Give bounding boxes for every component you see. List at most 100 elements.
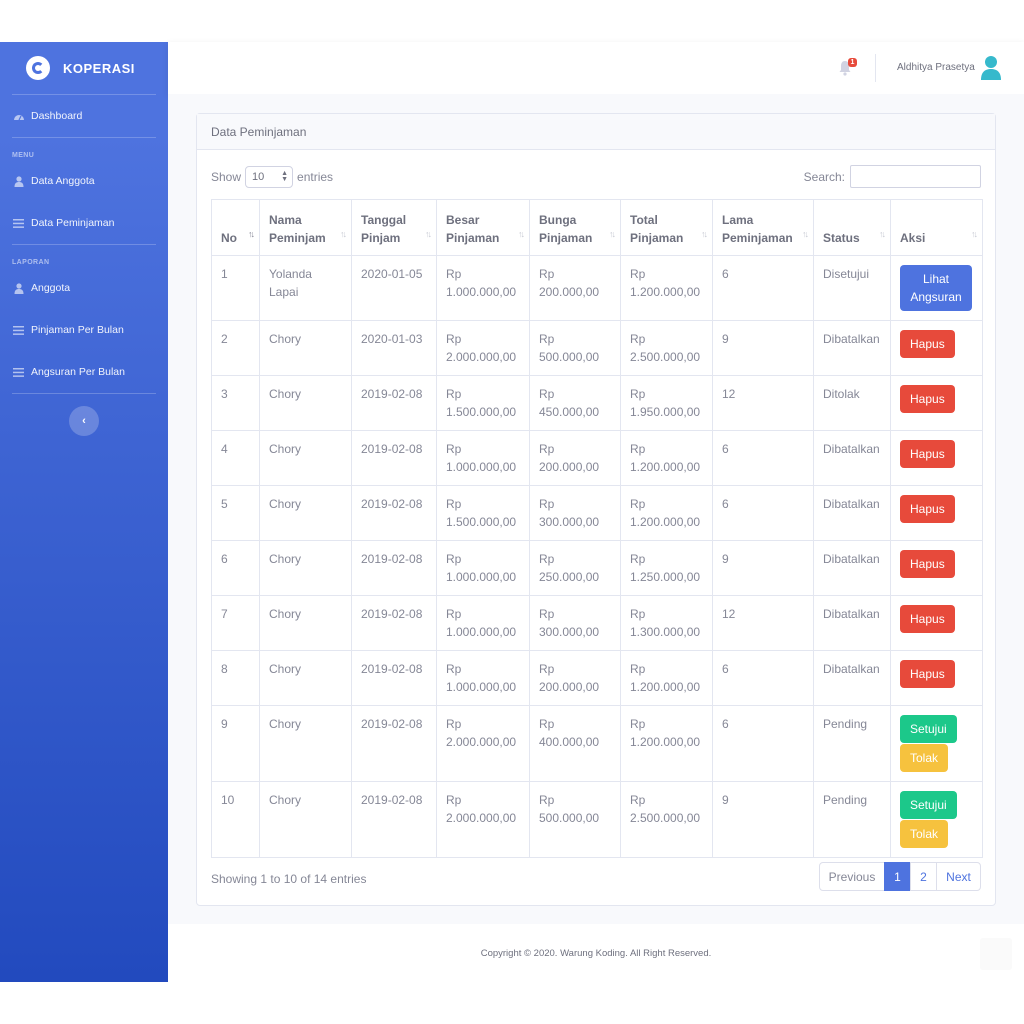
cell-lama-value: 12 <box>722 607 736 621</box>
sidebar-item-label: Anggota <box>31 282 71 294</box>
delete-button[interactable]: Hapus <box>900 330 955 358</box>
cell-tanggal: 2020-01-03 <box>351 320 437 376</box>
sidebar-item-label: Angsuran Per Bulan <box>31 366 125 378</box>
column-header[interactable]: Bunga Pinjaman ↑↓ <box>529 199 621 256</box>
column-header-line1: Bunga <box>539 213 577 227</box>
pagination: Previous 1 2 Next <box>819 862 981 891</box>
reject-button[interactable]: Tolak <box>900 744 949 772</box>
column-header[interactable]: Lama Peminjaman ↑↓ <box>712 199 814 256</box>
user-name[interactable]: Aldhitya Prasetya <box>897 62 975 73</box>
delete-button[interactable]: Hapus <box>900 660 955 688</box>
cell-besar-value: Rp 1.000.000,00 <box>446 607 517 639</box>
sort-icon: ↑↓ <box>425 229 432 239</box>
sort-icon: ↑↓ <box>701 229 708 239</box>
cell-besar: Rp 1.000.000,00 <box>436 430 530 486</box>
cell-bunga-value: Rp 200.000,00 <box>539 267 600 299</box>
entries-select[interactable]: 10 ▲ ▼ <box>245 166 294 188</box>
cell-nama: Chory <box>259 375 352 431</box>
cell-tanggal: 2019-02-08 <box>351 485 437 541</box>
sidebar-item-dashboard[interactable]: Dashboard <box>0 95 168 137</box>
column-header[interactable]: Tanggal Pinjam ↑↓ <box>351 199 437 256</box>
cell-tanggal: 2019-02-08 <box>351 705 437 782</box>
loans-table: No ↑↓ Nama Peminjam ↑↓ Tanggal Pinjam ↑↓ Besar Pi… <box>211 199 983 858</box>
cell-total: Rp 2.500.000,00 <box>620 320 713 376</box>
delete-button[interactable]: Hapus <box>900 440 955 468</box>
cell-total-value: Rp 1.200.000,00 <box>630 267 701 299</box>
cell-besar-value: Rp 2.000.000,00 <box>446 332 517 364</box>
cell-aksi: Hapus <box>890 375 983 431</box>
column-header[interactable]: Status ↑↓ <box>813 199 891 256</box>
cell-bunga: Rp 200.000,00 <box>529 255 621 321</box>
cell-total: Rp 1.950.000,00 <box>620 375 713 431</box>
column-header-line2: Pinjaman <box>446 231 500 245</box>
topbar: 1 Aldhitya Prasetya <box>168 42 1024 94</box>
cell-total: Rp 2.500.000,00 <box>620 781 713 858</box>
cell-tanggal-value: 2020-01-05 <box>361 267 423 281</box>
cell-lama-value: 9 <box>722 552 729 566</box>
cell-total-value: Rp 1.300.000,00 <box>630 607 701 639</box>
approve-button[interactable]: Setujui <box>900 715 957 743</box>
cell-tanggal: 2019-02-08 <box>351 430 437 486</box>
user-avatar-icon[interactable] <box>980 55 1002 81</box>
cell-lama-value: 6 <box>722 662 729 676</box>
table-row: 5 Chory 2019-02-08 Rp 1.500.000,00 Rp 300.00… <box>211 485 983 541</box>
sidebar-item-pinjaman-per-bulan[interactable]: Pinjaman Per Bulan <box>0 309 168 351</box>
brand-name: KOPERASI <box>63 60 135 76</box>
delete-button[interactable]: Hapus <box>900 495 955 523</box>
sidebar-heading-laporan: LAPORAN <box>12 259 50 266</box>
cell-tanggal-value: 2019-02-08 <box>361 442 423 456</box>
table-row: 1 Yolanda Lapai 2020-01-05 Rp 1.000.000,00 R… <box>211 255 983 321</box>
cell-aksi: Hapus <box>890 540 983 596</box>
next-page-button[interactable]: Next <box>936 862 981 891</box>
cell-besar-value: Rp 1.000.000,00 <box>446 662 517 694</box>
sidebar-item-data-peminjaman[interactable]: Data Peminjaman <box>0 202 168 244</box>
sort-icon: ↑↓ <box>340 229 347 239</box>
table-row: 10 Chory 2019-02-08 Rp 2.000.000,00 Rp 500.0… <box>211 781 983 858</box>
delete-button[interactable]: Hapus <box>900 605 955 633</box>
column-header-line2: No <box>221 231 237 245</box>
view-installments-button[interactable]: Lihat Angsuran <box>900 265 972 311</box>
previous-page-button[interactable]: Previous <box>819 862 885 891</box>
sidebar-item-anggota[interactable]: Anggota <box>0 267 168 309</box>
sidebar-item-label: Data Peminjaman <box>31 217 115 229</box>
column-header[interactable]: Besar Pinjaman ↑↓ <box>436 199 530 256</box>
brand[interactable]: KOPERASI <box>0 42 168 94</box>
sidebar-item-angsuran-per-bulan[interactable]: Angsuran Per Bulan <box>0 351 168 393</box>
cell-lama-value: 12 <box>722 387 736 401</box>
cell-nama-value: Chory <box>269 552 302 566</box>
page-button-1[interactable]: 1 <box>884 862 911 891</box>
cell-lama: 12 <box>712 375 814 431</box>
cell-total-value: Rp 2.500.000,00 <box>630 332 701 364</box>
cell-lama-value: 9 <box>722 793 729 807</box>
cell-total-value: Rp 1.200.000,00 <box>630 717 701 749</box>
cell-status: Disetujui <box>813 255 891 321</box>
search-input[interactable] <box>850 165 981 188</box>
approve-button[interactable]: Setujui <box>900 791 957 819</box>
sort-icon: ↑↓ <box>802 229 809 239</box>
sidebar-toggle-button[interactable]: ‹ <box>69 406 99 436</box>
cell-lama: 6 <box>712 485 814 541</box>
cell-status-value: Pending <box>823 793 868 807</box>
delete-button[interactable]: Hapus <box>900 550 955 578</box>
column-header[interactable]: Total Pinjaman ↑↓ <box>620 199 713 256</box>
sidebar-heading-menu: MENU <box>12 152 35 159</box>
cell-status: Dibatalkan <box>813 320 891 376</box>
notification-badge: 1 <box>848 58 857 67</box>
scroll-to-top-button[interactable] <box>980 938 1012 970</box>
action-buttons: Hapus <box>900 385 973 413</box>
cell-bunga: Rp 400.000,00 <box>529 705 621 782</box>
column-header[interactable]: No ↑↓ <box>211 199 260 256</box>
page-button-2[interactable]: 2 <box>910 862 937 891</box>
footer: Copyright © 2020. Warung Koding. All Rig… <box>168 924 1024 982</box>
column-header[interactable]: Aksi ↑↓ <box>890 199 983 256</box>
sidebar-item-data-anggota[interactable]: Data Anggota <box>0 160 168 202</box>
reject-button[interactable]: Tolak <box>900 820 949 848</box>
cell-status-value: Ditolak <box>823 387 860 401</box>
delete-button[interactable]: Hapus <box>900 385 955 413</box>
cell-tanggal-value: 2019-02-08 <box>361 387 423 401</box>
sort-icon: ↑↓ <box>879 229 886 239</box>
cell-bunga: Rp 200.000,00 <box>529 650 621 706</box>
sort-icon: ↑↓ <box>609 229 616 239</box>
cell-aksi: Lihat Angsuran <box>890 255 983 321</box>
column-header[interactable]: Nama Peminjam ↑↓ <box>259 199 352 256</box>
